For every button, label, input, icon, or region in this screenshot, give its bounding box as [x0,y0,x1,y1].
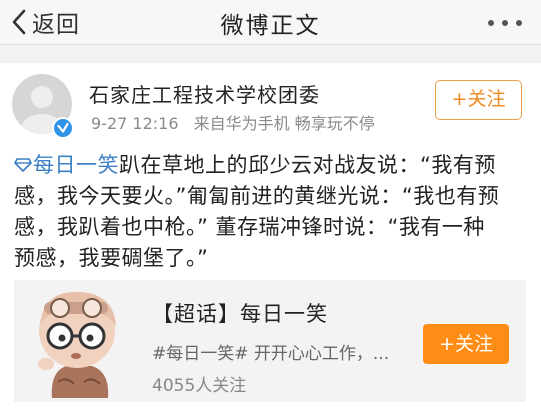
card-description: #每日一笑# 开开心心工作，... [152,344,390,364]
section-divider [0,45,541,63]
post-text: 趴在草地上的邱少云对战友说：“我有预 [119,153,496,177]
follow-button[interactable]: +关注 [435,80,522,120]
post-body: 每日一笑趴在草地上的邱少云对战友说：“我有预 感，我今天要火。”匍匐前进的黄继光… [14,150,534,274]
post-meta: 9-27 12:16 来自华为手机 畅享玩不停 [91,110,375,134]
topic-link[interactable]: 每日一笑 [33,153,119,177]
post-line: 感，我今天要火。”匍匐前进的黄继光说：“我也有预 [14,184,500,208]
post-time: 9-27 12:16 [91,114,179,133]
card-follow-button[interactable]: +关注 [423,324,509,364]
card-title: 【超话】每日一笑 [152,302,328,326]
verified-badge-icon [52,117,74,139]
post-source: 来自华为手机 畅享玩不停 [193,114,375,133]
top-nav-bar: 返回 微博正文 [0,0,541,45]
super-topic-card[interactable]: 【超话】每日一笑 #每日一笑# 开开心心工作，... 4055人关注 +关注 [14,280,526,402]
cartoon-character-image [38,291,116,398]
super-topic-diamond-icon [14,158,32,172]
author-name[interactable]: 石家庄工程技术学校团委 [89,79,320,108]
more-options-icon[interactable] [486,14,524,32]
post-line: 感，我趴着也中枪。” 董存瑞冲锋时说：“我有一种 [14,215,485,239]
post-line: 每日一笑趴在草地上的邱少云对战友说：“我有预 [14,150,534,181]
follower-count: 4055人关注 [152,376,247,396]
page-title: 微博正文 [220,13,321,39]
post-line: 预感，我要碉堡了。” [14,246,209,270]
